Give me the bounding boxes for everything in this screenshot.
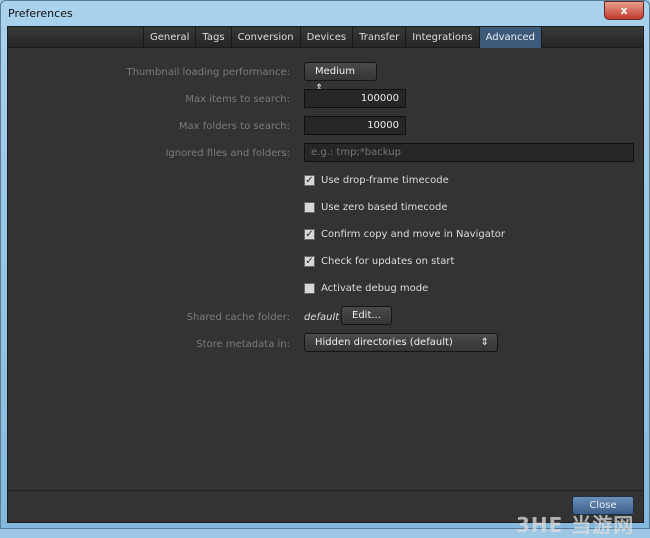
max-folders-input[interactable] xyxy=(304,116,406,135)
checkbox-2[interactable]: ✓ Confirm copy and move in Navigator xyxy=(304,229,505,240)
select-value: Medium xyxy=(315,66,355,77)
max-items-input[interactable] xyxy=(304,89,406,108)
edit-cache-button[interactable]: Edit... xyxy=(341,306,392,325)
thumbnail-performance-label: Thumbnail loading performance: xyxy=(126,67,290,78)
thumbnail-performance-select[interactable]: Medium ⇕ xyxy=(304,62,377,94)
max-items-label: Max items to search: xyxy=(185,94,290,105)
dialog-body: General Tags Conversion Devices Transfer Inte… xyxy=(7,26,644,537)
tab-conversion[interactable]: Conversion xyxy=(230,27,300,48)
checkbox-label: Use drop-frame timecode xyxy=(321,175,449,186)
checkbox-label: Activate debug mode xyxy=(321,283,429,294)
checkbox-box[interactable] xyxy=(304,283,315,294)
tab-transfer[interactable]: Transfer xyxy=(352,27,405,48)
checkbox-1[interactable]: Use zero based timecode xyxy=(304,202,448,213)
checkbox-label: Confirm copy and move in Navigator xyxy=(321,229,505,240)
shared-cache-value: default xyxy=(304,312,340,323)
preferences-window: Preferences x General Tags Conversion Devic… xyxy=(0,0,650,537)
max-folders-label: Max folders to search: xyxy=(178,121,290,132)
shared-cache-label: Shared cache folder: xyxy=(186,312,290,323)
checkbox-box[interactable]: ✓ xyxy=(304,256,315,267)
ignored-files-input[interactable] xyxy=(304,143,634,162)
window-title: Preferences xyxy=(8,7,73,20)
checkbox-box[interactable]: ✓ xyxy=(304,229,315,240)
store-metadata-select[interactable]: Hidden directories (default) ⇕ xyxy=(304,333,498,352)
checkbox-0[interactable]: ✓ Use drop-frame timecode xyxy=(304,175,449,186)
checkbox-label: Check for updates on start xyxy=(321,256,455,267)
footer-divider xyxy=(8,490,643,491)
window-close-button[interactable]: x xyxy=(604,1,644,20)
tab-integrations[interactable]: Integrations xyxy=(405,27,478,48)
checkbox-label: Use zero based timecode xyxy=(321,202,448,213)
select-value: Hidden directories (default) xyxy=(315,337,453,348)
tab-tags[interactable]: Tags xyxy=(195,27,230,48)
chevron-updown-icon: ⇕ xyxy=(480,337,489,348)
checkbox-3[interactable]: ✓ Check for updates on start xyxy=(304,256,454,267)
store-metadata-label: Store metadata in: xyxy=(196,339,290,350)
tab-general[interactable]: General xyxy=(143,27,195,48)
ignored-files-label: Ignored files and folders: xyxy=(165,148,290,159)
watermark-logo: 3HE 当游网 xyxy=(516,513,635,537)
tab-bar: General Tags Conversion Devices Transfer Inte… xyxy=(8,27,643,48)
checkbox-box[interactable]: ✓ xyxy=(304,175,315,186)
tab-devices[interactable]: Devices xyxy=(299,27,352,48)
tab-advanced[interactable]: Advanced xyxy=(478,27,542,48)
checkbox-4[interactable]: Activate debug mode xyxy=(304,283,428,294)
checkbox-box[interactable] xyxy=(304,202,315,213)
